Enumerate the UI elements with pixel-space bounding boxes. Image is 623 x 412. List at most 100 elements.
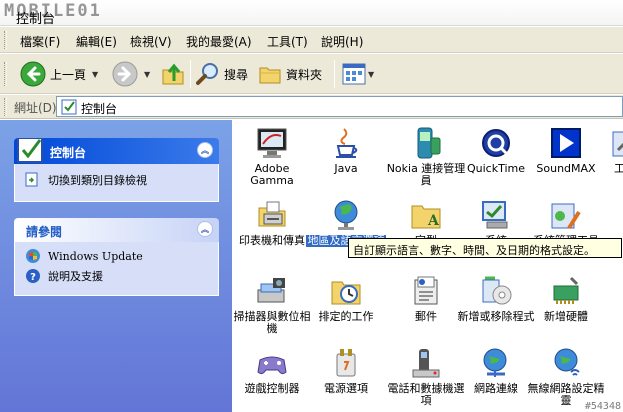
monitor-icon [255,126,289,160]
applet-adobe-gamma[interactable]: Adobe Gamma [232,126,312,187]
collapse-chevron-icon[interactable]: ︽ [197,221,213,237]
menu-edit[interactable]: 編輯(E) [76,33,117,50]
windows-update-icon [26,249,40,263]
applet-label: 新增或移除程式 [457,310,535,323]
menu-view[interactable]: 檢視(V) [130,33,172,50]
control-panel-panel-header[interactable]: 控制台 ︽ [14,138,219,164]
address-label: 網址(D) [14,101,57,115]
applet-add-remove-programs[interactable]: 新增或移除程式 [456,274,536,323]
applet-network-connections[interactable]: 網路連線 [456,346,536,395]
tooltip: 自訂顯示語言、數字、時間、及日期的格式設定。 [348,238,622,258]
menu-tools[interactable]: 工具(T) [267,33,308,50]
address-input[interactable]: 控制台 [56,96,623,117]
tools-icon [610,126,623,160]
windows-update-label: Windows Update [48,249,143,263]
applet-label: 工 [614,162,623,175]
control-panel-small-icon [61,99,77,115]
game-controller-icon [255,346,289,380]
switch-view-icon [25,172,38,187]
menu-favorites[interactable]: 我的最愛(A) [186,33,252,50]
back-dropdown-icon[interactable]: ▼ [92,70,98,79]
see-also-title: 請參閱 [26,225,63,239]
applet-soundmax[interactable]: SoundMAX [526,126,606,175]
admin-tools-icon [549,198,583,232]
applet-quicktime[interactable]: QuickTime [456,126,536,175]
applet-add-hardware[interactable]: 新增硬體 [526,274,606,323]
switch-category-view-link[interactable]: 切換到類別目錄檢視 [25,172,147,188]
forward-button[interactable]: ▼ [112,58,150,90]
mail-icon [409,274,443,308]
power-options-icon [329,346,363,380]
play-icon [549,126,583,160]
control-panel-items: Adobe Gamma Java Nokia 連接管理員 QuickTime S… [232,120,623,412]
windows-update-link[interactable]: Windows Update [25,248,143,264]
back-button[interactable]: 上一頁 ▼ [20,58,98,90]
switch-category-view-label: 切換到類別目錄檢視 [48,174,147,187]
applet-nokia[interactable]: Nokia 連接管理員 [386,126,466,187]
applet-label: Java [334,162,358,175]
fonts-folder-icon: A [409,198,443,232]
applet-label: 印表機和傳真 [239,234,305,247]
quicktime-icon [479,126,513,160]
applet-java[interactable]: Java [306,126,386,175]
svg-text:?: ? [30,272,36,283]
add-remove-programs-icon [479,274,513,308]
control-panel-panel-title: 控制台 [50,146,87,160]
control-panel-panel: 控制台 ︽ 切換到類別目錄檢視 [14,138,219,202]
back-label: 上一頁 [50,67,87,82]
help-support-label: 說明及支援 [48,270,103,283]
applet-label: SoundMAX [536,162,596,175]
applet-phone-modem[interactable]: 電話和數據機選項 [386,346,466,407]
see-also-panel: 請參閱 ︽ Windows Update ? 說明及支援 [14,218,219,296]
applet-label: Nokia 連接管理員 [386,162,466,187]
applet-label: QuickTime [466,162,526,175]
applet-wireless-wizard[interactable]: 無線網路設定精靈 [526,346,606,407]
wireless-wizard-icon [549,346,583,380]
search-label: 搜尋 [224,67,249,82]
scheduled-tasks-icon [329,274,363,308]
menu-file[interactable]: 檔案(F) [20,33,60,50]
applet-printers-faxes[interactable]: 印表機和傳真 [232,198,312,247]
menu-help[interactable]: 說明(H) [321,33,363,50]
control-panel-icon [17,138,43,163]
views-dropdown-icon[interactable]: ▼ [368,70,374,79]
forward-dropdown-icon[interactable]: ▼ [144,70,150,79]
folders-button[interactable]: 資料夾 [258,58,322,90]
applet-label: Adobe Gamma [250,162,294,187]
folders-label: 資料夾 [286,67,323,82]
applet-power-options[interactable]: 電源選項 [306,346,386,395]
control-panel-panel-body: 切換到類別目錄檢視 [14,164,219,202]
applet-label: 掃描器與數位相機 [233,310,311,335]
see-also-panel-body: Windows Update ? 說明及支援 [14,242,219,296]
forward-arrow-icon [112,61,138,87]
java-cup-icon [329,126,363,160]
address-bar: 網址(D) 控制台 [0,95,623,119]
applet-label: 電話和數據機選項 [387,382,465,407]
search-button[interactable]: 搜尋 [196,58,248,90]
applet-mail[interactable]: 郵件 [386,274,466,323]
system-icon [479,198,513,232]
see-also-panel-header[interactable]: 請參閱 ︽ [14,218,219,242]
corner-watermark: #54348 [584,401,621,412]
applet-game-controllers[interactable]: 遊戲控制器 [232,346,312,395]
address-grip [4,98,7,116]
globe-icon [329,198,363,232]
applet-label: 排定的工作 [318,310,374,323]
applet-tools-partial[interactable]: 工 [596,126,623,175]
views-button[interactable]: ▼ [342,58,374,90]
up-folder-button[interactable] [160,58,186,90]
toolbar-grip [4,62,7,86]
applet-label: 新增硬體 [544,310,588,323]
address-value: 控制台 [81,102,118,116]
task-pane: 控制台 ︽ 切換到類別目錄檢視 請參閱 ︽ Windows Update ? 說… [0,120,232,412]
collapse-chevron-icon[interactable]: ︽ [197,142,213,158]
toolbar-separator [190,60,191,88]
applet-label: 網路連線 [474,382,518,395]
toolbar-separator-2 [334,60,335,88]
window-title: 控制台 [16,12,56,27]
help-support-link[interactable]: ? 說明及支援 [25,268,103,284]
menu-bar: 檔案(F) 編輯(E) 檢視(V) 我的最愛(A) 工具(T) 說明(H) [0,27,623,53]
applet-scheduled-tasks[interactable]: 排定的工作 [306,274,386,323]
add-hardware-icon [549,274,583,308]
applet-scanners-cameras[interactable]: 掃描器與數位相機 [232,274,312,335]
